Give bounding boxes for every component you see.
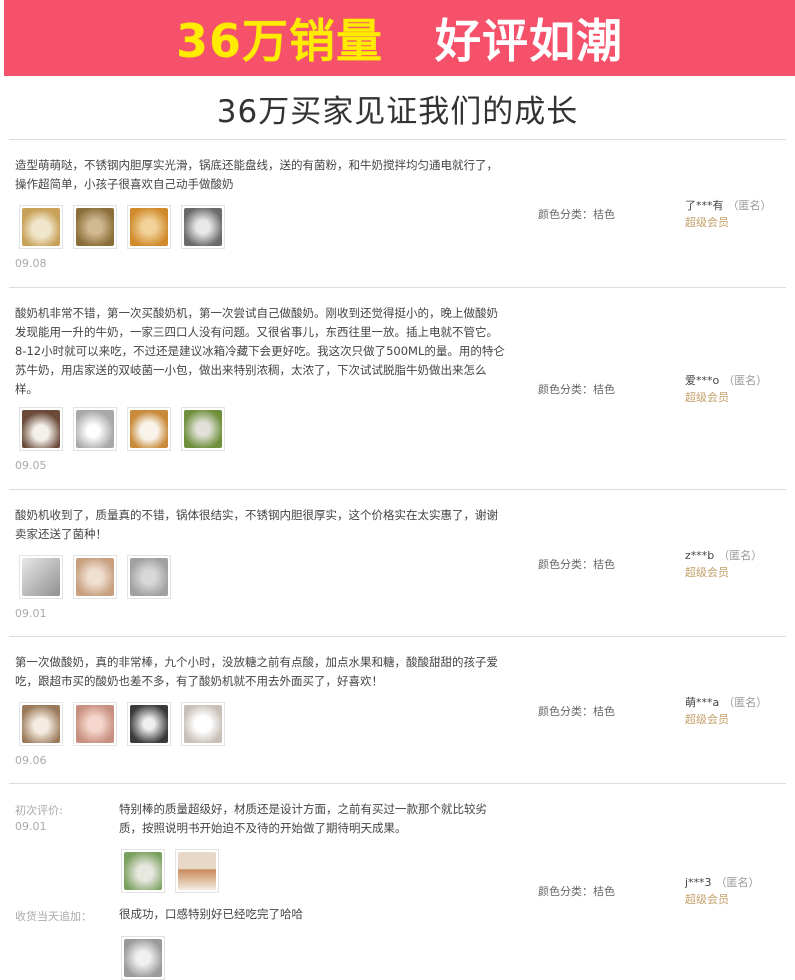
- review-photo-thumb[interactable]: [73, 555, 117, 599]
- photo-image: [178, 852, 216, 890]
- photo-image: [76, 705, 114, 743]
- review-photo-thumb[interactable]: [181, 702, 225, 746]
- append-review-label: 收货当天追加：: [15, 910, 92, 923]
- member-level: 超级会员: [685, 713, 729, 726]
- member-level: 超级会员: [685, 391, 729, 404]
- review-photo-thumb[interactable]: [181, 205, 225, 249]
- review-text: 第一次做酸奶，真的非常棒，九个小时，没放糖之前有点酸，加点水果和糖，酸酸甜甜的孩…: [15, 655, 498, 688]
- review-photos: [121, 849, 219, 893]
- review-text: 造型萌萌哒，不锈钢内胆厚实光滑，锅底还能盘线，送的有菌粉，和牛奶搅拌均匀通电就行…: [15, 158, 498, 191]
- photo-image: [184, 705, 222, 743]
- photo-image: [22, 558, 60, 596]
- review-item: 初次评价: 09.01 特别棒的质量超级好，材质还是设计方面，之前有买过一款那个…: [9, 784, 786, 980]
- member-level: 超级会员: [685, 566, 729, 579]
- reviewer-name: 爱***o: [685, 374, 720, 387]
- review-photos: [19, 205, 225, 249]
- review-photo-thumb[interactable]: [127, 702, 171, 746]
- reviewer-name: z***b: [685, 549, 715, 562]
- review-text: 酸奶机收到了，质量真的不错，锅体很结实，不锈钢内胆很厚实，这个价格实在太实惠了，…: [15, 508, 498, 541]
- review-photo-thumb[interactable]: [73, 702, 117, 746]
- photo-image: [130, 208, 168, 246]
- photo-image: [184, 208, 222, 246]
- reviewer-info: j***3 （匿名） 超级会员: [685, 874, 760, 908]
- photo-image: [184, 410, 222, 448]
- review-photo-thumb[interactable]: [19, 205, 63, 249]
- review-item: 酸奶机非常不错，第一次买酸奶机，第一次尝试自己做酸奶。刚收到还觉得挺小的，晚上做…: [9, 288, 786, 488]
- review-date: 09.01: [15, 607, 47, 620]
- review-photo-thumb[interactable]: [175, 849, 219, 893]
- member-level: 超级会员: [685, 216, 729, 229]
- review-photo-thumb[interactable]: [19, 702, 63, 746]
- photo-image: [124, 852, 162, 890]
- review-photo-thumb[interactable]: [127, 205, 171, 249]
- review-photos: [19, 407, 225, 451]
- review-date: 09.01: [15, 820, 47, 833]
- review-photo-thumb[interactable]: [73, 205, 117, 249]
- photo-image: [130, 558, 168, 596]
- color-variant: 颜色分类：桔色: [538, 705, 615, 718]
- review-date: 09.05: [15, 459, 47, 472]
- photo-image: [76, 558, 114, 596]
- color-variant: 颜色分类：桔色: [538, 885, 615, 898]
- reviewer-info: 了***有 （匿名） 超级会员: [685, 197, 772, 231]
- anonymous-tag: （匿名）: [723, 696, 768, 709]
- review-text: 酸奶机非常不错，第一次买酸奶机，第一次尝试自己做酸奶。刚收到还觉得挺小的，晚上做…: [15, 306, 505, 396]
- first-review-label: 初次评价:: [15, 804, 63, 817]
- reviewer-name: 了***有: [685, 199, 724, 212]
- banner-praise-text: 好评如潮: [435, 14, 623, 68]
- photo-image: [22, 705, 60, 743]
- photo-image: [22, 208, 60, 246]
- photo-image: [130, 705, 168, 743]
- reviewer-info: z***b （匿名） 超级会员: [685, 547, 762, 581]
- review-photo-thumb[interactable]: [19, 555, 63, 599]
- review-photo-thumb[interactable]: [73, 407, 117, 451]
- top-banner: 36万销量 好评如潮: [4, 0, 795, 76]
- review-photo-thumb[interactable]: [127, 555, 171, 599]
- photo-image: [124, 939, 162, 977]
- review-photos: [121, 936, 165, 980]
- review-photo-thumb[interactable]: [121, 936, 165, 980]
- anonymous-tag: （匿名）: [715, 876, 760, 889]
- review-item: 酸奶机收到了，质量真的不错，锅体很结实，不锈钢内胆很厚实，这个价格实在太实惠了，…: [9, 490, 786, 635]
- review-photo-thumb[interactable]: [181, 407, 225, 451]
- reviewer-name: 萌***a: [685, 696, 720, 709]
- color-variant: 颜色分类：桔色: [538, 383, 615, 396]
- append-review-text: 很成功，口感特别好已经吃完了哈哈: [119, 907, 303, 921]
- photo-image: [130, 410, 168, 448]
- review-photo-thumb[interactable]: [19, 407, 63, 451]
- review-text: 特别棒的质量超级好，材质还是设计方面，之前有买过一款那个就比较劣质，按照说明书开…: [119, 802, 487, 835]
- photo-image: [76, 410, 114, 448]
- photo-image: [22, 410, 60, 448]
- reviewer-info: 萌***a （匿名） 超级会员: [685, 694, 767, 728]
- anonymous-tag: （匿名）: [723, 374, 768, 387]
- review-photos: [19, 555, 171, 599]
- member-level: 超级会员: [685, 893, 729, 906]
- banner-sales-text: 36万销量: [175, 14, 383, 68]
- review-item: 第一次做酸奶，真的非常棒，九个小时，没放糖之前有点酸，加点水果和糖，酸酸甜甜的孩…: [9, 637, 786, 782]
- review-date: 09.08: [15, 257, 47, 270]
- anonymous-tag: （匿名）: [718, 549, 763, 562]
- review-date: 09.06: [15, 754, 47, 767]
- review-photos: [19, 702, 225, 746]
- reviewer-name: j***3: [685, 876, 712, 889]
- photo-image: [76, 208, 114, 246]
- color-variant: 颜色分类：桔色: [538, 208, 615, 221]
- review-item: 造型萌萌哒，不锈钢内胆厚实光滑，锅底还能盘线，送的有菌粉，和牛奶搅拌均匀通电就行…: [9, 140, 786, 286]
- review-photo-thumb[interactable]: [121, 849, 165, 893]
- review-photo-thumb[interactable]: [127, 407, 171, 451]
- anonymous-tag: （匿名）: [727, 199, 772, 212]
- page-headline: 36万买家见证我们的成长: [216, 94, 579, 130]
- reviewer-info: 爱***o （匿名） 超级会员: [685, 372, 767, 406]
- color-variant: 颜色分类：桔色: [538, 558, 615, 571]
